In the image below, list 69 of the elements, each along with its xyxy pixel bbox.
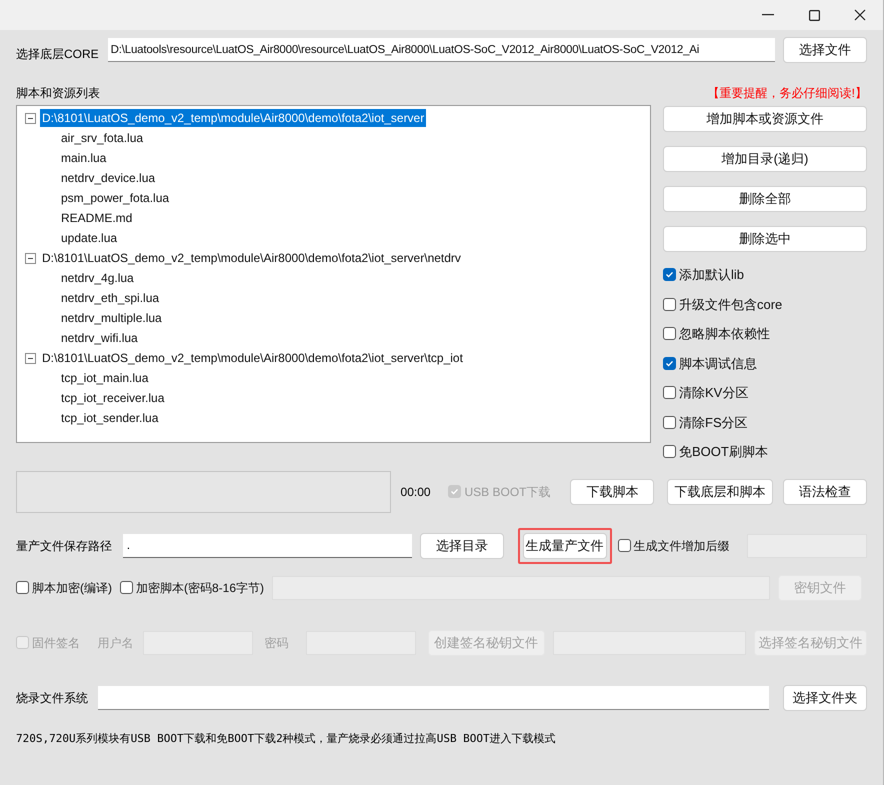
checkbox[interactable]: [663, 445, 676, 458]
collapse-icon[interactable]: [25, 352, 36, 364]
tree-file-item[interactable]: main.lua: [61, 149, 106, 167]
tree-file-item[interactable]: netdrv_device.lua: [61, 169, 156, 187]
checkmark-icon: [450, 487, 460, 496]
side-button[interactable]: 增加目录(递归): [663, 146, 867, 172]
collapse-icon[interactable]: [25, 252, 36, 264]
note-text: 720S,720U系列模块有USB BOOT下载和免BOOT下载2种模式，量产烧录必须通过拉高USB BOOT进入下载模式: [16, 732, 556, 744]
save-path-field[interactable]: .: [122, 534, 412, 558]
checkbox-label: 清除KV分区: [679, 384, 748, 402]
minimize-icon[interactable]: [762, 14, 774, 16]
checkbox-label: 添加默认lib: [679, 266, 744, 284]
tree-file-item[interactable]: psm_power_fota.lua: [61, 189, 170, 207]
select-directory-button[interactable]: 选择目录: [420, 532, 504, 558]
tree-file-item[interactable]: air_srv_fota.lua: [61, 129, 144, 147]
field-label: 密码: [264, 634, 290, 652]
tree-file-item[interactable]: tcp_iot_receiver.lua: [61, 389, 164, 407]
field-label: 用户名: [97, 634, 134, 652]
side-button[interactable]: 增加脚本或资源文件: [663, 106, 867, 132]
checkbox[interactable]: [16, 581, 29, 594]
checkbox-label: 脚本调试信息: [679, 354, 757, 372]
checkmark-icon: [665, 270, 674, 280]
check-button[interactable]: 语法检查: [783, 478, 867, 504]
checkbox[interactable]: [663, 268, 676, 282]
tree-file-item[interactable]: tcp_iot_sender.lua: [61, 409, 158, 427]
tree-file-item[interactable]: netdrv_wifi.lua: [61, 329, 138, 347]
download-button[interactable]: 下载脚本: [570, 478, 654, 504]
checkbox-label: 清除FS分区: [679, 414, 748, 432]
checkbox-label: 免BOOT刷脚本: [679, 443, 768, 461]
tree-file-item[interactable]: netdrv_multiple.lua: [61, 309, 162, 327]
checkbox[interactable]: [663, 416, 676, 429]
filesystem-field[interactable]: [98, 686, 770, 710]
tree-file-item[interactable]: netdrv_4g.lua: [61, 269, 134, 287]
checkbox-label: 升级文件包含core: [679, 296, 782, 314]
side-button[interactable]: 删除选中: [663, 226, 867, 252]
section-label: 脚本和资源列表: [16, 85, 100, 102]
tree-file-item[interactable]: netdrv_eth_spi.lua: [61, 289, 160, 307]
maximize-icon[interactable]: [808, 10, 820, 20]
checkbox-label: USB BOOT下载: [464, 484, 550, 500]
checkbox-label: 加密脚本(密码8-16字节): [136, 580, 264, 596]
checkbox-label: 生成文件增加后缀: [634, 538, 730, 554]
close-icon[interactable]: [854, 9, 866, 21]
timer-text: 00:00: [400, 484, 432, 500]
field-label: 烧录文件系统: [16, 690, 89, 706]
checkbox-label: 固件签名: [32, 634, 80, 652]
download-button[interactable]: 下载底层和脚本: [667, 478, 774, 504]
checkmark-icon: [665, 358, 674, 368]
select-file-button[interactable]: 选择文件: [783, 37, 867, 63]
field-label: 量产文件保存路径: [16, 538, 113, 554]
checkbox-label: 忽略脚本依赖性: [679, 325, 770, 343]
select-folder-button[interactable]: 选择文件夹: [783, 684, 867, 710]
checkbox-label: 脚本加密(编译): [32, 580, 112, 596]
checkbox[interactable]: [663, 386, 676, 400]
side-button[interactable]: 删除全部: [663, 186, 867, 212]
checkbox[interactable]: [663, 327, 676, 340]
tree-file-item[interactable]: tcp_iot_main.lua: [61, 369, 148, 387]
checkbox[interactable]: [663, 356, 676, 370]
checkbox[interactable]: [120, 581, 133, 594]
tree-folder-item[interactable]: D:\8101\LuatOS_demo_v2_temp\module\Air8000\demo\fota2\iot_server\tcp_iot: [40, 349, 465, 367]
core-path-field[interactable]: D:\Luatools\resource\LuatOS_Air8000\resource\LuatOS_Air8000\LuatOS-SoC_V2012_Air8000\LuatOS-SoC_V2012_Ai: [108, 38, 776, 62]
generate-button[interactable]: 生成量产文件: [522, 532, 607, 558]
collapse-icon[interactable]: [25, 112, 36, 124]
tree-file-item[interactable]: update.lua: [61, 229, 118, 247]
tree-file-item[interactable]: README.md: [61, 209, 132, 227]
checkbox[interactable]: [663, 298, 676, 311]
field-label: 选择底层CORE: [16, 46, 100, 63]
tree-folder-item[interactable]: D:\8101\LuatOS_demo_v2_temp\module\Air8000\demo\fota2\iot_server\netdrv: [40, 249, 463, 267]
tree-folder-item[interactable]: D:\8101\LuatOS_demo_v2_temp\module\Air8000\demo\fota2\iot_server: [40, 109, 426, 127]
checkbox[interactable]: [618, 539, 631, 552]
